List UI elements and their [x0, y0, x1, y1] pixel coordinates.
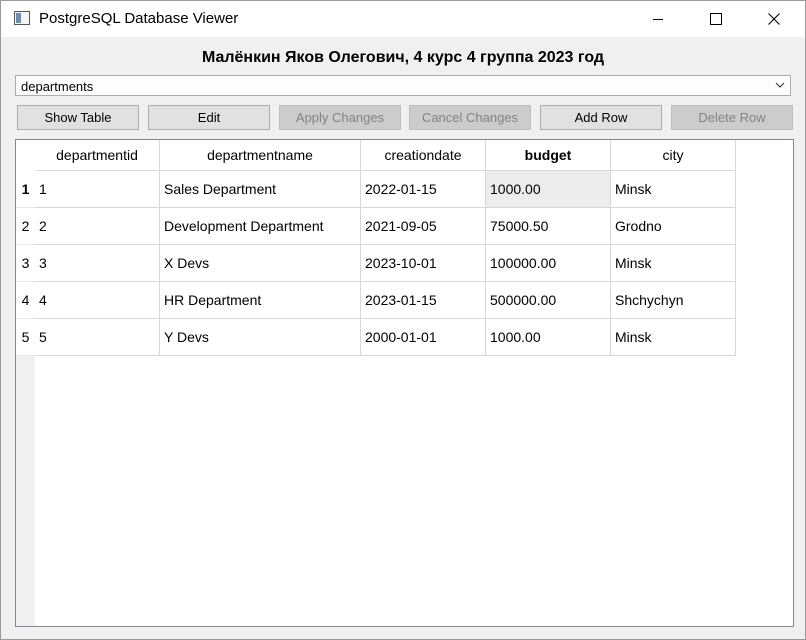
- edit-button[interactable]: Edit: [148, 105, 270, 130]
- data-table[interactable]: departmentid departmentname creationdate bu…: [15, 139, 794, 627]
- table-corner: [16, 140, 35, 171]
- table-cell-budget[interactable]: 1000.00: [486, 319, 611, 356]
- delete-row-button[interactable]: Delete Row: [671, 105, 793, 130]
- column-header-budget[interactable]: budget: [486, 140, 611, 171]
- table-cell-departmentid[interactable]: 3: [35, 245, 160, 282]
- title-bar: PostgreSQL Database Viewer: [1, 1, 805, 37]
- chevron-down-icon: [775, 82, 785, 88]
- table-cell-city[interactable]: Minsk: [611, 319, 736, 356]
- column-header-creationdate[interactable]: creationdate: [361, 140, 486, 171]
- table-cell-creationdate[interactable]: 2023-01-15: [361, 282, 486, 319]
- table-cell-creationdate[interactable]: 2023-10-01: [361, 245, 486, 282]
- table-cell-departmentname[interactable]: Y Devs: [160, 319, 361, 356]
- table-cell-city[interactable]: Minsk: [611, 245, 736, 282]
- table-select-dropdown[interactable]: departments: [15, 75, 791, 96]
- close-button[interactable]: [745, 1, 803, 37]
- table-cell-creationdate[interactable]: 2021-09-05: [361, 208, 486, 245]
- app-window: PostgreSQL Database Viewer Малёнкин Яков…: [0, 0, 806, 640]
- table-cell-city[interactable]: Grodno: [611, 208, 736, 245]
- author-heading: Малёнкин Яков Олегович, 4 курс 4 группа …: [201, 49, 605, 66]
- minimize-button[interactable]: [629, 1, 687, 37]
- table-cell-departmentname[interactable]: HR Department: [160, 282, 361, 319]
- window-title: PostgreSQL Database Viewer: [39, 10, 239, 27]
- row-header[interactable]: 3: [16, 245, 35, 282]
- row-header[interactable]: 1: [16, 171, 35, 208]
- table-cell-departmentname[interactable]: Development Department: [160, 208, 361, 245]
- table-cell-creationdate[interactable]: 2022-01-15: [361, 171, 486, 208]
- column-header-departmentname[interactable]: departmentname: [160, 140, 361, 171]
- table-cell-city[interactable]: Minsk: [611, 171, 736, 208]
- maximize-icon: [710, 13, 722, 25]
- table-cell-departmentid[interactable]: 2: [35, 208, 160, 245]
- row-header[interactable]: 2: [16, 208, 35, 245]
- table-cell-departmentname[interactable]: Sales Department: [160, 171, 361, 208]
- column-header-departmentid[interactable]: departmentid: [35, 140, 160, 171]
- minimize-icon: [653, 19, 663, 20]
- apply-changes-button[interactable]: Apply Changes: [279, 105, 401, 130]
- maximize-button[interactable]: [687, 1, 745, 37]
- table-cell-departmentid[interactable]: 5: [35, 319, 160, 356]
- table-cell-budget[interactable]: 500000.00: [486, 282, 611, 319]
- table-cell-departmentid[interactable]: 4: [35, 282, 160, 319]
- table-cell-budget[interactable]: 75000.50: [486, 208, 611, 245]
- show-table-button[interactable]: Show Table: [17, 105, 139, 130]
- table-cell-budget[interactable]: 1000.00: [486, 171, 611, 208]
- table-cell-departmentname[interactable]: X Devs: [160, 245, 361, 282]
- add-row-button[interactable]: Add Row: [540, 105, 662, 130]
- table-cell-creationdate[interactable]: 2000-01-01: [361, 319, 486, 356]
- row-header[interactable]: 4: [16, 282, 35, 319]
- table-cell-departmentid[interactable]: 1: [35, 171, 160, 208]
- cancel-changes-button[interactable]: Cancel Changes: [409, 105, 531, 130]
- column-header-city[interactable]: city: [611, 140, 736, 171]
- window-app-icon: [14, 11, 30, 25]
- table-select-value: departments: [21, 79, 94, 94]
- table-cell-city[interactable]: Shchychyn: [611, 282, 736, 319]
- close-icon: [768, 13, 780, 25]
- table-cell-budget[interactable]: 100000.00: [486, 245, 611, 282]
- row-header[interactable]: 5: [16, 319, 35, 356]
